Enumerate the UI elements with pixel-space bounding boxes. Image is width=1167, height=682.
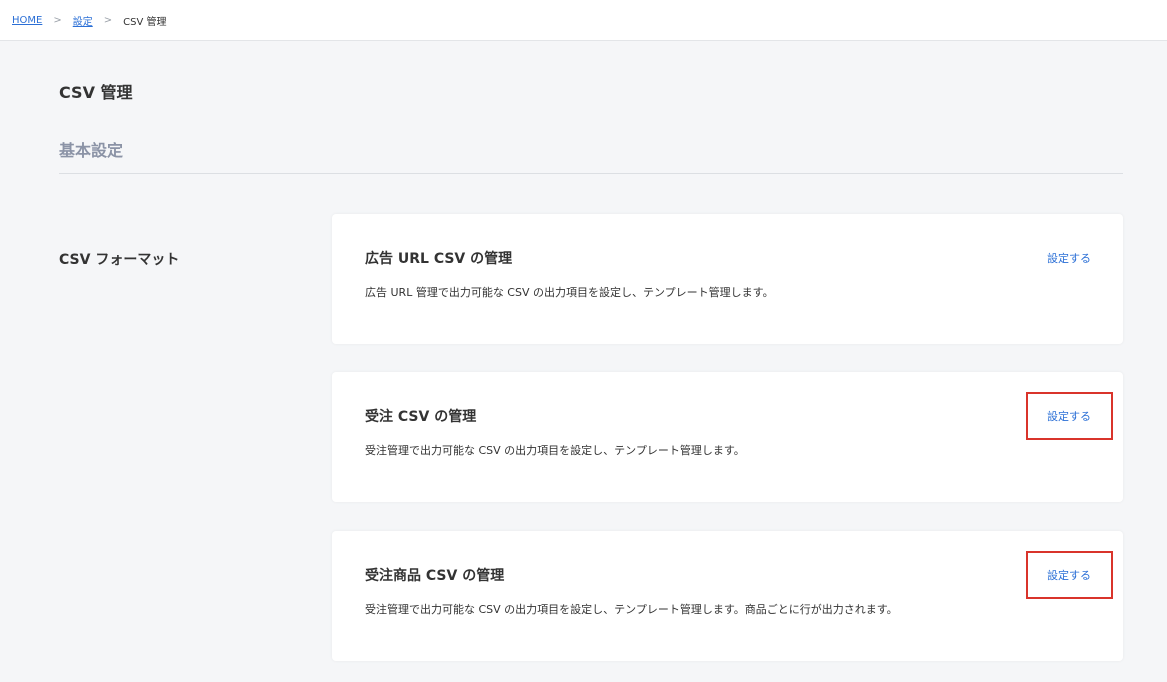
breadcrumb-home-link[interactable]: HOME — [12, 15, 42, 26]
section-divider — [59, 173, 1123, 174]
card-description: 受注管理で出力可能な CSV の出力項目を設定し、テンプレート管理します。商品ご… — [365, 603, 898, 616]
csv-format-label: CSV フォーマット — [59, 252, 180, 268]
card-description: 受注管理で出力可能な CSV の出力項目を設定し、テンプレート管理します。 — [365, 444, 745, 457]
breadcrumb-separator: > — [103, 14, 113, 26]
card-title: 受注商品 CSV の管理 — [365, 568, 505, 584]
breadcrumb-settings-link[interactable]: 設定 — [73, 13, 93, 28]
card-description: 広告 URL 管理で出力可能な CSV の出力項目を設定し、テンプレート管理しま… — [365, 286, 774, 299]
breadcrumb: HOME > 設定 > CSV 管理 — [0, 0, 1167, 41]
card-title: 広告 URL CSV の管理 — [365, 251, 513, 267]
order-csv-settings-link[interactable]: 設定する — [1047, 408, 1091, 424]
breadcrumb-current: CSV 管理 — [123, 16, 167, 28]
ad-url-csv-settings-link[interactable]: 設定する — [1047, 250, 1091, 266]
section-heading: 基本設定 — [59, 141, 124, 160]
card-order-item-csv: 受注商品 CSV の管理 受注管理で出力可能な CSV の出力項目を設定し、テン… — [332, 531, 1123, 661]
card-title: 受注 CSV の管理 — [365, 409, 477, 425]
page-title: CSV 管理 — [59, 83, 133, 102]
card-order-csv: 受注 CSV の管理 受注管理で出力可能な CSV の出力項目を設定し、テンプレ… — [332, 372, 1123, 502]
breadcrumb-separator: > — [53, 14, 62, 26]
card-ad-url-csv: 広告 URL CSV の管理 広告 URL 管理で出力可能な CSV の出力項目… — [332, 214, 1123, 344]
order-item-csv-settings-link[interactable]: 設定する — [1047, 567, 1091, 583]
